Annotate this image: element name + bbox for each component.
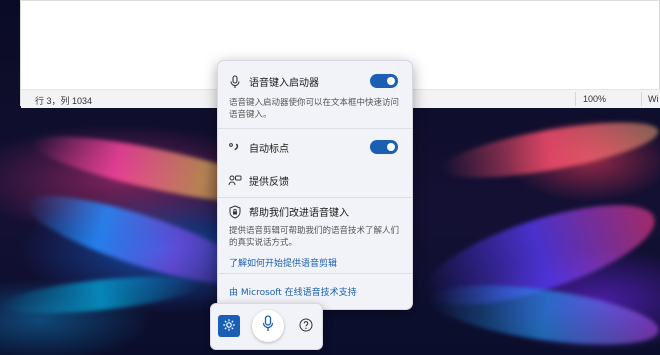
microphone-button[interactable] <box>252 310 284 342</box>
punctuation-icon <box>228 140 242 154</box>
feedback-icon <box>228 173 242 187</box>
status-cursor-position: 行 3，列 1034 <box>35 96 93 106</box>
learn-more-link[interactable]: 了解如何开始提供语音剪辑 <box>229 256 337 269</box>
status-zoom[interactable]: 100% <box>583 94 606 104</box>
microphone-icon <box>228 74 242 88</box>
voice-typing-settings-popup: 语音键入启动器 语音键入启动器使你可以在文本框中快速访问语音键入。 自动标点 提… <box>217 60 413 310</box>
powered-by-link[interactable]: 由 Microsoft 在线语音技术支持 <box>229 285 357 298</box>
help-button[interactable] <box>298 318 314 334</box>
launcher-label: 语音键入启动器 <box>249 78 319 89</box>
auto-punctuation-toggle[interactable] <box>370 140 398 154</box>
feedback-label: 提供反馈 <box>249 177 289 188</box>
settings-button[interactable] <box>218 315 240 337</box>
divider <box>218 128 412 129</box>
improve-row: 帮助我们改进语音键入 <box>218 203 412 219</box>
status-line-ending: Wi <box>648 94 659 104</box>
auto-punctuation-label: 自动标点 <box>249 144 289 155</box>
feedback-row[interactable]: 提供反馈 <box>218 172 412 188</box>
improve-description: 提供语音剪辑可帮助我们的语音技术了解人们的真实说话方式。 <box>229 226 400 248</box>
shield-lock-icon <box>228 204 242 219</box>
divider <box>218 273 412 274</box>
gear-icon <box>222 317 236 336</box>
launcher-description: 语音键入启动器使你可以在文本框中快速访问语音键入。 <box>229 98 400 120</box>
launcher-row[interactable]: 语音键入启动器 <box>218 73 412 89</box>
voice-typing-toolbar <box>210 303 323 350</box>
launcher-toggle[interactable] <box>370 74 398 88</box>
auto-punctuation-row[interactable]: 自动标点 <box>218 139 412 155</box>
improve-label: 帮助我们改进语音键入 <box>249 208 349 219</box>
microphone-icon <box>261 315 275 337</box>
help-icon <box>299 317 313 336</box>
divider <box>218 197 412 198</box>
